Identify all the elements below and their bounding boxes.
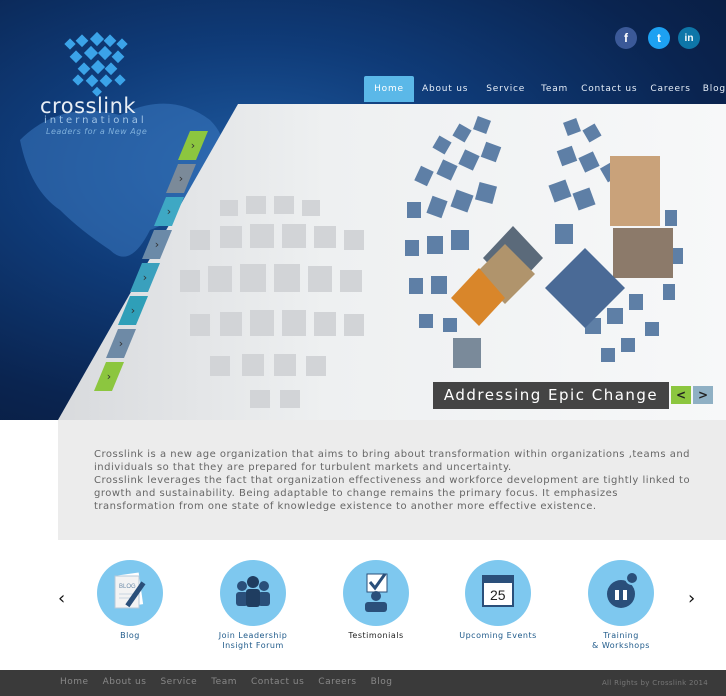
footer-link-home[interactable]: Home	[60, 677, 89, 687]
footer-nav: Home About us Service Team Contact us Ca…	[60, 677, 406, 687]
logo-tagline: Leaders for a New Age	[46, 127, 148, 136]
hero-globe-graphic	[405, 116, 683, 368]
footer-link-careers[interactable]: Careers	[318, 677, 356, 687]
twitter-glyph: t	[657, 31, 661, 45]
feature-events-label: Upcoming Events	[459, 631, 537, 640]
nav-service[interactable]: Service	[476, 76, 533, 102]
carousel-next-arrow[interactable]: ›	[688, 588, 695, 609]
feature-blog[interactable]: BLOG Blog	[85, 560, 175, 641]
blog-icon: BLOG	[97, 560, 163, 626]
main-nav: Home About us Service Team Contact us Ca…	[364, 76, 726, 102]
twitter-icon[interactable]: t	[648, 27, 670, 49]
feature-testimonials[interactable]: Testimonials	[331, 560, 421, 641]
logo-globe-icon	[64, 31, 128, 97]
slider-next-button[interactable]: >	[693, 386, 713, 404]
nav-home[interactable]: Home	[364, 76, 414, 102]
feature-forum-label: Join Leadership Insight Forum	[218, 631, 288, 650]
slider-prev-button[interactable]: <	[671, 386, 691, 404]
chevron-right-icon: ›	[178, 172, 184, 185]
feature-upcoming-events[interactable]: 25 Upcoming Events	[453, 560, 543, 641]
feature-training-label: Training & Workshops	[592, 631, 650, 650]
nav-careers[interactable]: Careers	[642, 76, 698, 102]
facebook-icon[interactable]: f	[615, 27, 637, 49]
footer-link-contact-us[interactable]: Contact us	[251, 677, 304, 687]
calendar-day: 25	[490, 587, 506, 603]
nav-blog[interactable]: Blog	[699, 76, 726, 102]
slider-caption: Addressing Epic Change	[433, 382, 669, 409]
faded-globe	[180, 196, 364, 408]
facebook-glyph: f	[624, 31, 628, 45]
footer-link-team[interactable]: Team	[211, 677, 237, 687]
intro-paragraph-2: Crosslink leverages the fact that organi…	[94, 475, 691, 512]
linkedin-icon[interactable]: in	[678, 27, 700, 49]
training-icon	[588, 560, 654, 626]
carousel-prev-arrow[interactable]: ‹	[58, 588, 65, 609]
photo-woman	[610, 156, 660, 226]
footer-link-blog[interactable]: Blog	[371, 677, 393, 687]
forum-icon	[220, 560, 286, 626]
intro-text: Crosslink is a new age organization that…	[94, 448, 694, 513]
copyright: All Rights by Crosslink 2014	[601, 679, 708, 687]
photo-team-laptop	[613, 228, 673, 278]
chevron-right-icon: ›	[190, 139, 196, 152]
feature-blog-label: Blog	[120, 631, 140, 640]
nav-about-us[interactable]: About us	[414, 76, 476, 102]
nav-contact-us[interactable]: Contact us	[576, 76, 642, 102]
linkedin-glyph: in	[684, 32, 694, 44]
feature-testimonials-label: Testimonials	[348, 631, 404, 640]
chevron-right-icon: ›	[118, 337, 124, 350]
feature-leadership-forum[interactable]: Join Leadership Insight Forum	[208, 560, 298, 651]
chevron-right-icon: ›	[166, 205, 172, 218]
footer-link-about-us[interactable]: About us	[103, 677, 147, 687]
chevron-right-icon: ›	[142, 271, 148, 284]
testimonials-icon	[343, 560, 409, 626]
footer-link-service[interactable]: Service	[160, 677, 197, 687]
svg-text:BLOG: BLOG	[119, 584, 136, 590]
chevron-right-icon: ›	[154, 238, 160, 251]
chevron-right-icon: ›	[130, 304, 136, 317]
logo-subtitle: international	[44, 115, 147, 126]
nav-team[interactable]: Team	[533, 76, 576, 102]
calendar-icon: 25	[465, 560, 531, 626]
chevron-right-icon: ›	[106, 370, 112, 383]
intro-paragraph-1: Crosslink is a new age organization that…	[94, 449, 691, 473]
feature-training[interactable]: Training & Workshops	[576, 560, 666, 651]
